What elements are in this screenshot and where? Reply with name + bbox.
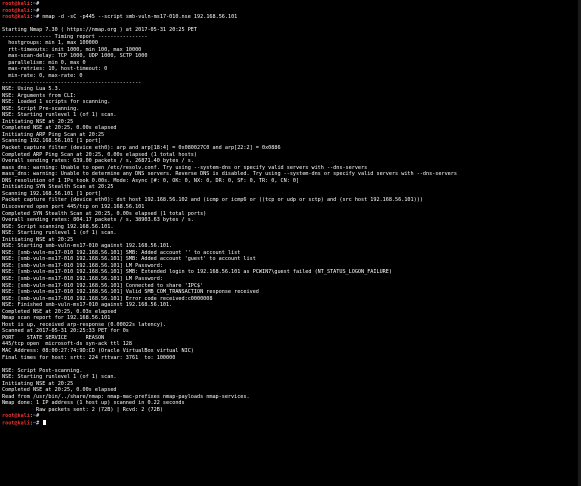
terminal-scrollbar[interactable] <box>578 0 581 486</box>
prompt-user-host: root@kali <box>2 420 30 427</box>
prompt-user-host: root@kali <box>2 7 30 14</box>
terminal-window[interactable]: root@kali:~# root@kali:~# root@kali:~# nma… <box>0 0 581 486</box>
prompt-user-host: root@kali <box>2 413 30 420</box>
command-text <box>39 421 42 427</box>
prompt-symbol: # <box>36 413 40 420</box>
prompt-user-host: root@kali <box>2 14 30 21</box>
text-cursor[interactable] <box>43 420 47 425</box>
prompt-symbol: # <box>36 7 40 14</box>
prompt-user-host: root@kali <box>2 1 30 7</box>
prompt-line: root@kali:~# <box>2 420 578 427</box>
command-text: nmap -d -sC -p445 --script smb-vuln-ms17… <box>39 14 238 21</box>
prompt-symbol: # <box>36 1 40 7</box>
